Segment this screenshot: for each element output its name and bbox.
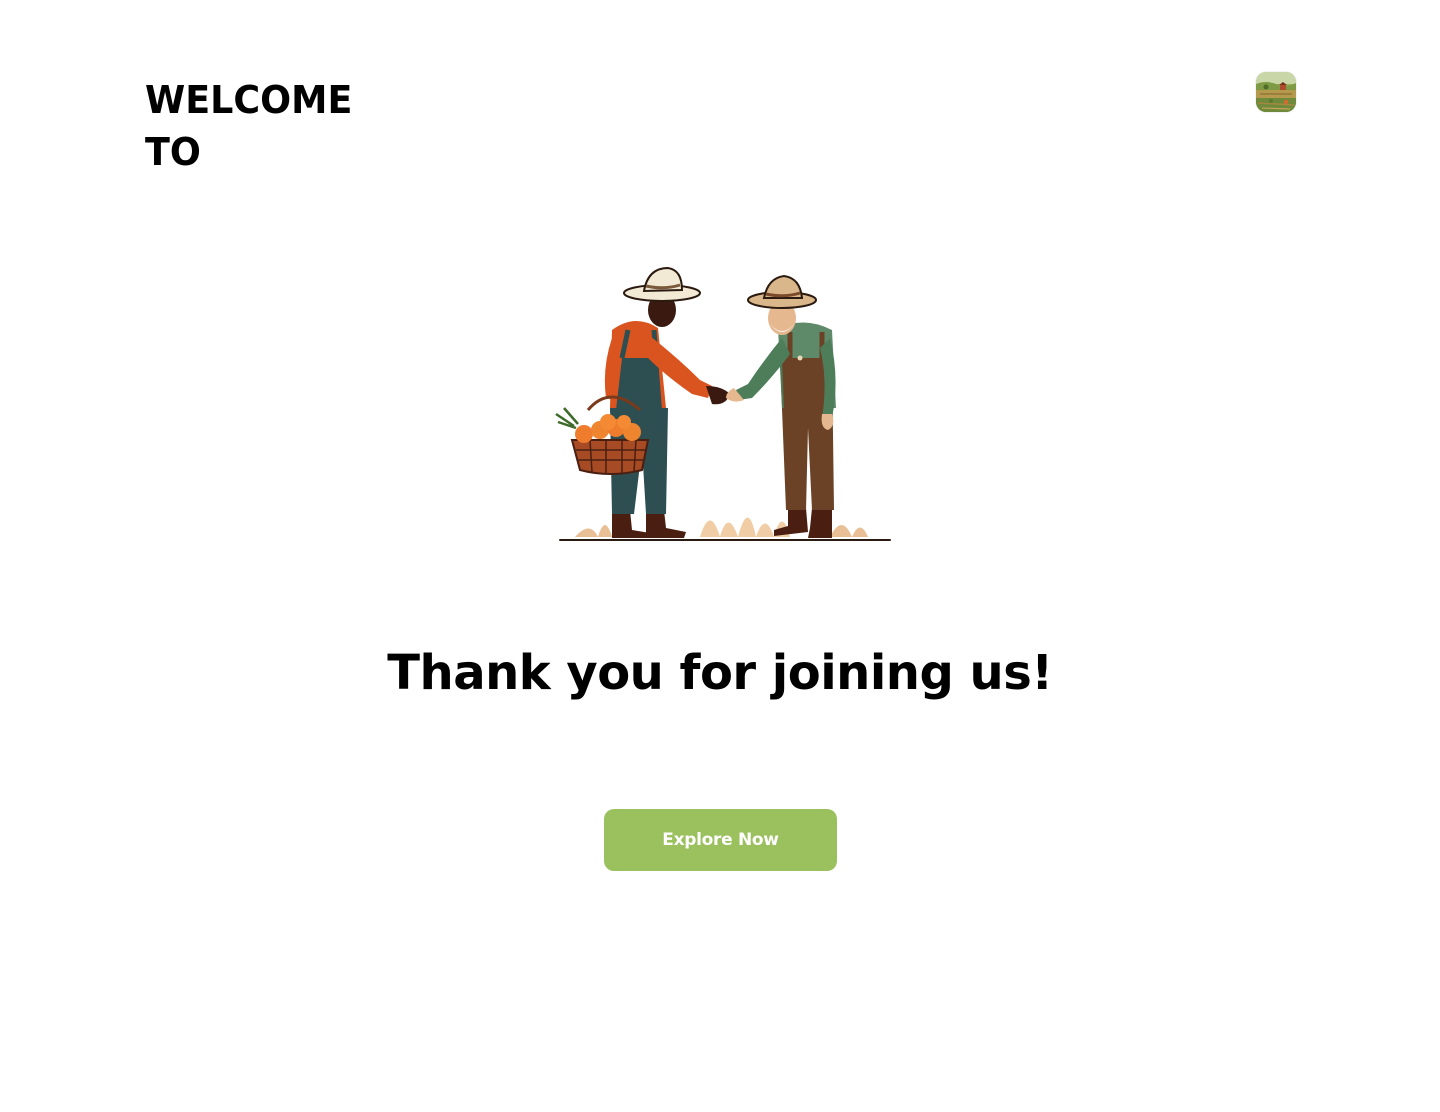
explore-now-button[interactable]: Explore Now (604, 809, 837, 871)
thank-you-headline: Thank you for joining us! (387, 645, 1053, 701)
farmers-handshake-illustration (555, 266, 891, 541)
profile-avatar[interactable] (1256, 72, 1296, 112)
hero-illustration (550, 258, 895, 548)
farm-landscape-avatar-icon (1256, 72, 1296, 112)
welcome-heading: WELCOME TO (145, 78, 353, 174)
